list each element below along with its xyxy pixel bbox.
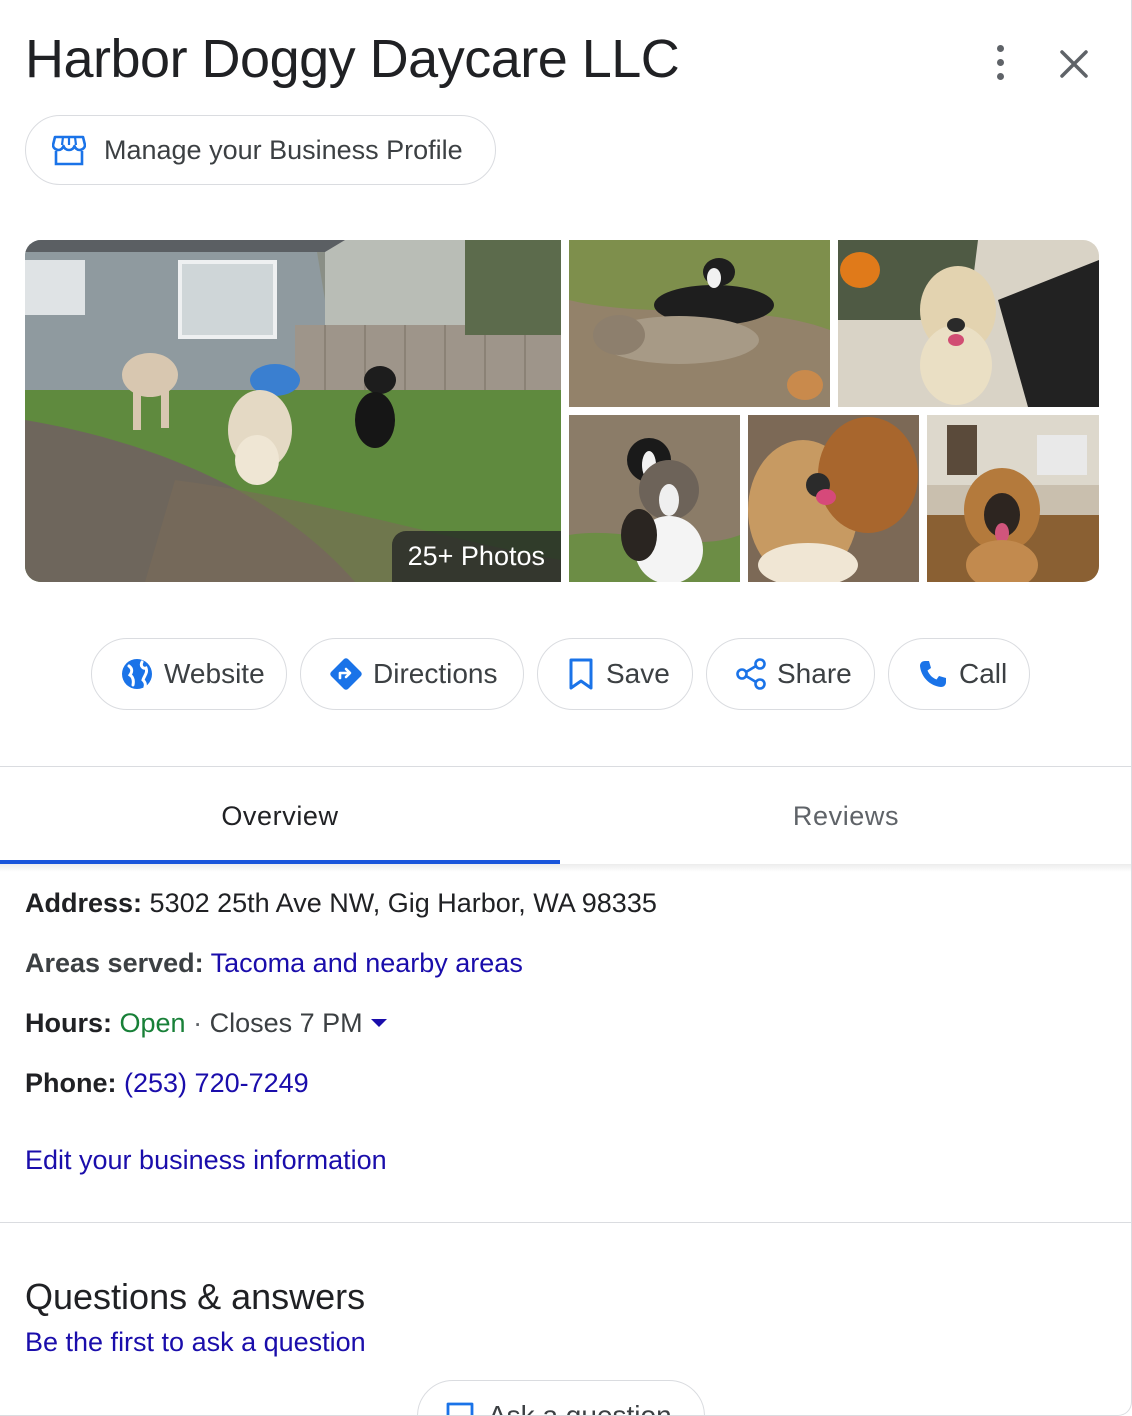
- ask-question-button[interactable]: Ask a question: [417, 1380, 705, 1416]
- share-label: Share: [777, 658, 852, 689]
- hours-dropdown-icon[interactable]: [370, 1018, 387, 1027]
- directions-button[interactable]: Directions: [300, 638, 524, 710]
- ask-first-question-link[interactable]: Be the first to ask a question: [25, 1327, 366, 1358]
- photo-thumbnail[interactable]: [838, 240, 1099, 407]
- call-label: Call: [959, 658, 1008, 689]
- areas-served-link[interactable]: Tacoma and nearby areas: [211, 948, 523, 978]
- manage-profile-label: Manage your Business Profile: [104, 134, 463, 165]
- phone-icon: [920, 661, 946, 687]
- tab-reviews[interactable]: Reviews: [560, 768, 1131, 864]
- question-icon: [446, 1402, 474, 1415]
- directions-icon: [330, 658, 362, 690]
- phone-row: Phone: (253) 720-7249: [25, 1068, 309, 1099]
- share-icon: [736, 658, 766, 690]
- photo-gallery: 25+ Photos: [25, 240, 1099, 582]
- divider: [0, 766, 1131, 767]
- globe-icon: [122, 659, 152, 689]
- knowledge-panel: Harbor Doggy Daycare LLC Manage your Bus…: [0, 0, 1132, 1416]
- hours-row: Hours: Open · Closes 7 PM: [25, 1008, 387, 1039]
- photo-thumbnail[interactable]: [927, 415, 1099, 582]
- save-label: Save: [606, 658, 670, 689]
- action-bar: Website Directions Save Share Call: [0, 638, 1131, 710]
- address-value: 5302 25th Ave NW, Gig Harbor, WA 98335: [149, 888, 657, 918]
- website-label: Website: [164, 658, 265, 689]
- phone-link[interactable]: (253) 720-7249: [124, 1068, 309, 1098]
- manage-business-profile-button[interactable]: Manage your Business Profile: [25, 115, 496, 185]
- divider: [0, 1222, 1131, 1223]
- photo-thumbnail[interactable]: [569, 415, 740, 582]
- tab-shadow: [0, 864, 1131, 872]
- phone-label: Phone:: [25, 1068, 117, 1098]
- hours-closes[interactable]: Closes 7 PM: [210, 1008, 363, 1038]
- save-button[interactable]: Save: [537, 638, 693, 710]
- photo-thumbnail[interactable]: [569, 240, 830, 407]
- photo-thumbnail[interactable]: [748, 415, 919, 582]
- more-options-icon[interactable]: [978, 40, 1022, 84]
- qa-title: Questions & answers: [25, 1276, 366, 1317]
- website-button[interactable]: Website: [91, 638, 287, 710]
- address-label: Address:: [25, 888, 143, 918]
- hours-label: Hours:: [25, 1008, 112, 1038]
- storefront-icon: [52, 135, 86, 166]
- hours-status: Open: [119, 1008, 186, 1038]
- call-button[interactable]: Call: [888, 638, 1030, 710]
- ask-question-label: Ask a question: [488, 1400, 672, 1416]
- share-button[interactable]: Share: [706, 638, 875, 710]
- tab-bar: Overview Reviews: [0, 768, 1131, 864]
- address-row: Address: 5302 25th Ave NW, Gig Harbor, W…: [25, 888, 657, 919]
- main-photo[interactable]: 25+ Photos: [25, 240, 561, 582]
- tab-overview[interactable]: Overview: [0, 768, 560, 864]
- business-name: Harbor Doggy Daycare LLC: [25, 29, 680, 89]
- bookmark-icon: [569, 658, 593, 690]
- areas-served-row: Areas served: Tacoma and nearby areas: [25, 948, 523, 979]
- hours-separator: ·: [193, 1008, 203, 1038]
- photo-count-badge[interactable]: 25+ Photos: [391, 531, 561, 582]
- edit-business-info-link[interactable]: Edit your business information: [25, 1145, 387, 1176]
- directions-label: Directions: [373, 658, 498, 689]
- close-icon[interactable]: [1052, 42, 1096, 86]
- areas-served-label: Areas served:: [25, 948, 204, 978]
